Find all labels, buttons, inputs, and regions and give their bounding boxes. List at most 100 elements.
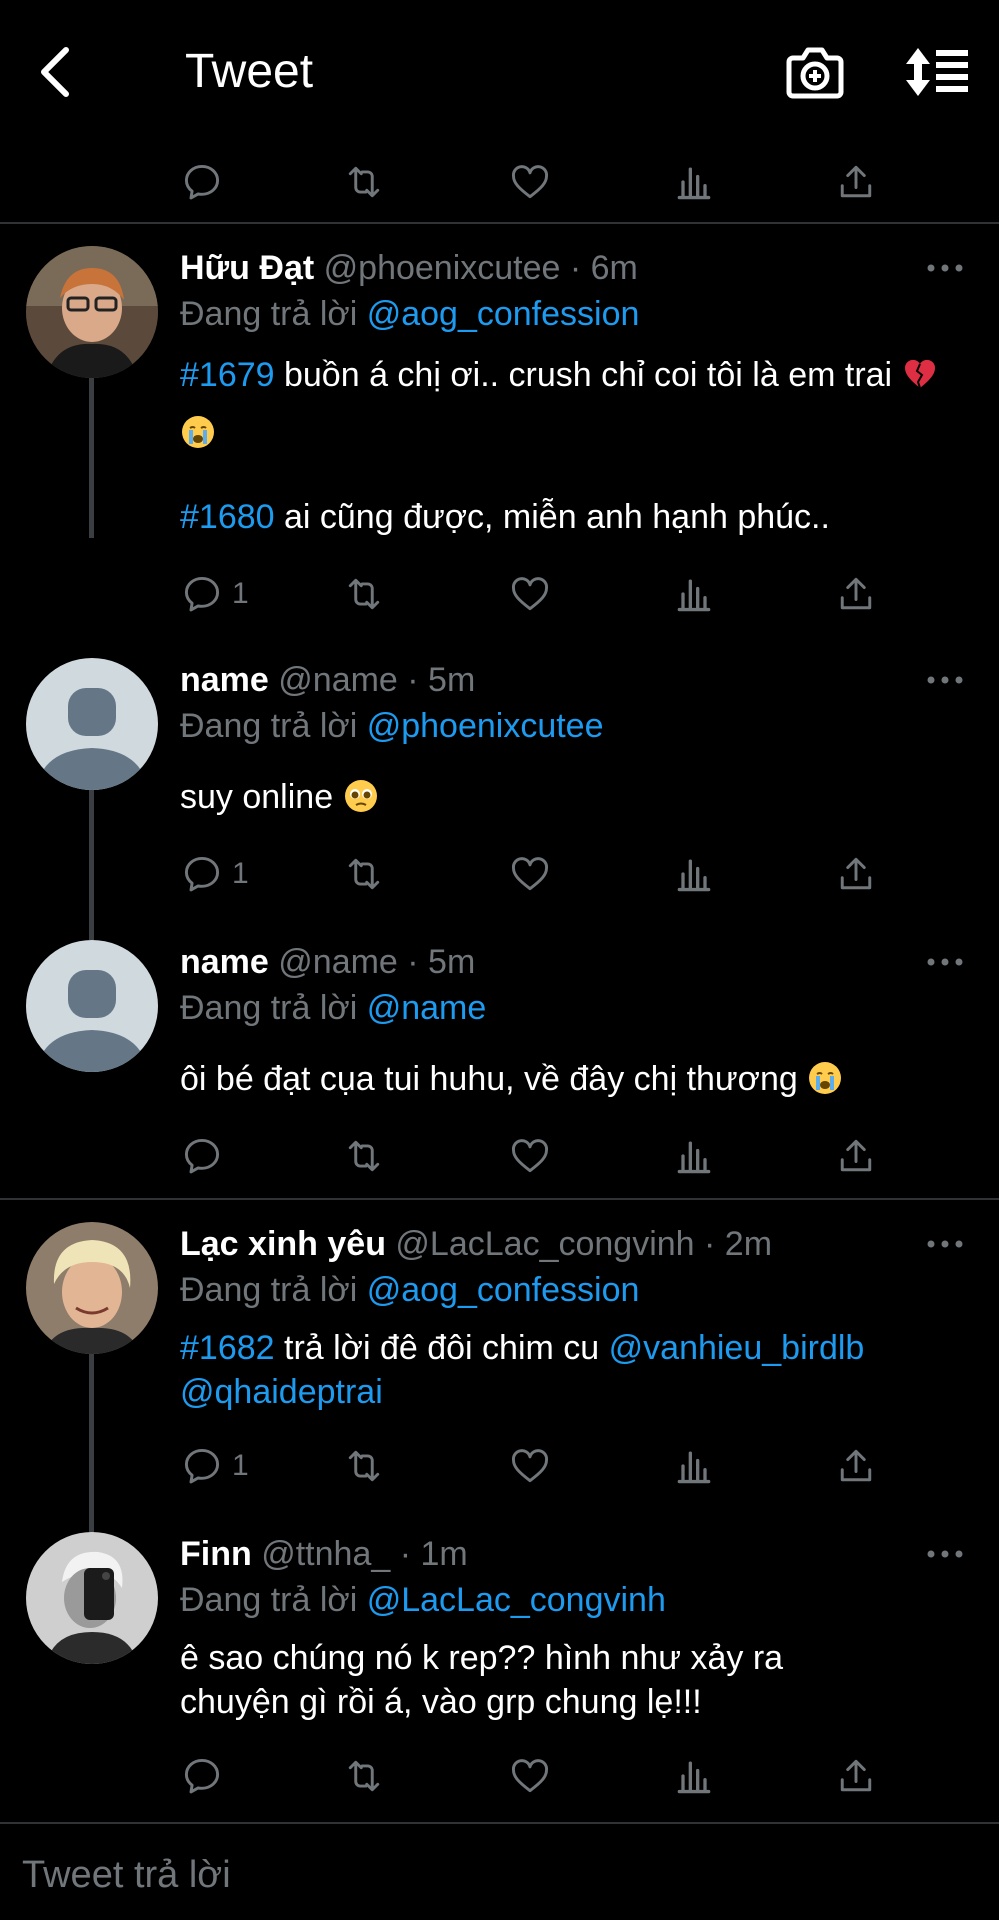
reply-count: 1 [232,857,249,890]
mention-link[interactable]: @qhaideptrai [180,1373,383,1411]
share-icon [840,577,872,610]
tweet-text: ê sao chúng nó k rep?? hình như xảy ra c… [180,1639,784,1721]
like-button[interactable] [508,848,552,900]
more-options-icon[interactable] [925,258,965,278]
display-name[interactable]: name [180,661,269,699]
reply-icon [184,856,220,892]
reply-icon [184,576,220,612]
hashtag-link[interactable]: #1682 [180,1329,275,1367]
replying-handle-link[interactable]: @aog_confession [367,295,640,333]
retweet-icon [348,1760,380,1792]
views-button[interactable] [672,1750,716,1802]
tweet-actions: 1 [180,848,880,900]
tweet-header: Finn @ttnha_ · 1m [180,1532,468,1576]
retweet-button[interactable] [342,156,386,208]
share-button[interactable] [834,848,878,900]
avatar[interactable] [26,246,158,378]
tweet-text: #1679 buồn á chị ơi.. crush chỉ coi tôi … [180,346,970,462]
tweet-header: Hữu Đạt @phoenixcutee · 6m [180,246,638,290]
like-button[interactable] [508,568,552,620]
sort-replies-icon[interactable] [904,44,970,100]
retweet-icon [348,1140,380,1172]
avatar[interactable] [26,1222,158,1354]
replying-label: Đang trả lời [180,1581,367,1619]
like-button[interactable] [508,156,552,208]
share-button[interactable] [834,1130,878,1182]
tweet-text: #1680 ai cũng được, miễn anh hạnh phúc.. [180,490,970,544]
reply-button[interactable]: 1 [180,848,249,900]
replying-label: Đang trả lời [180,295,367,333]
reply-icon [184,1758,220,1794]
share-icon [840,1449,872,1482]
camera-add-icon[interactable] [785,44,845,100]
heart-icon [512,1449,548,1483]
page-title: Tweet [185,45,314,98]
analytics-icon [677,1451,711,1484]
share-button[interactable] [834,156,878,208]
share-button[interactable] [834,568,878,620]
default-avatar-icon[interactable] [26,940,158,1072]
tweet-header: name @name · 5m [180,658,475,702]
more-options-icon[interactable] [925,952,965,972]
reply-button[interactable] [180,1750,232,1802]
replying-label: Đang trả lời [180,707,367,745]
display-name[interactable]: Finn [180,1535,252,1573]
analytics-icon [677,579,711,612]
reply-icon [184,1138,220,1174]
pleading-face-emoji-icon [343,776,379,812]
like-button[interactable] [508,1130,552,1182]
replying-handle-link[interactable]: @phoenixcutee [367,707,604,745]
reply-input-placeholder[interactable]: Tweet trả lời [22,1854,231,1897]
hashtag-link[interactable]: #1680 [180,498,275,536]
replying-to: Đang trả lời @aog_confession [180,292,639,336]
more-options-icon[interactable] [925,670,965,690]
retweet-icon [348,578,380,610]
reply-button[interactable]: 1 [180,568,249,620]
replying-handle-link[interactable]: @LacLac_congvinh [367,1581,666,1619]
replying-handle-link[interactable]: @aog_confession [367,1271,640,1309]
views-button[interactable] [672,568,716,620]
views-button[interactable] [672,1130,716,1182]
views-button[interactable] [672,156,716,208]
handle-time: @name · 5m [278,943,476,981]
display-name[interactable]: Hữu Đạt [180,249,314,287]
heart-icon [512,577,548,611]
reply-button[interactable]: 1 [180,1440,249,1492]
tweet-text-part: ai cũng được, miễn anh hạnh phúc.. [274,498,830,536]
like-button[interactable] [508,1750,552,1802]
mention-link[interactable]: @vanhieu_birdlb [609,1329,865,1367]
analytics-icon [677,1761,711,1794]
replying-label: Đang trả lời [180,989,367,1027]
analytics-icon [677,859,711,892]
retweet-button[interactable] [342,568,386,620]
views-button[interactable] [672,1440,716,1492]
hashtag-link[interactable]: #1679 [180,356,275,394]
retweet-icon [348,166,380,198]
more-options-icon[interactable] [925,1544,965,1564]
avatar[interactable] [26,1532,158,1664]
reply-button[interactable] [180,156,224,208]
replying-handle-link[interactable]: @name [367,989,487,1027]
back-arrow-icon[interactable] [36,44,76,100]
display-name[interactable]: Lạc xinh yêu [180,1225,386,1263]
like-button[interactable] [508,1440,552,1492]
share-button[interactable] [834,1440,878,1492]
crying-face-emoji-icon [180,410,216,448]
more-options-icon[interactable] [925,1234,965,1254]
retweet-button[interactable] [342,1440,386,1492]
display-name[interactable]: name [180,943,269,981]
share-button[interactable] [834,1750,878,1802]
retweet-button[interactable] [342,1130,386,1182]
share-icon [840,1759,872,1792]
reply-compose-bar[interactable]: Tweet trả lời [0,1822,999,1920]
divider [0,1198,999,1200]
retweet-button[interactable] [342,848,386,900]
retweet-button[interactable] [342,1750,386,1802]
heart-icon [512,857,548,891]
default-avatar-icon[interactable] [26,658,158,790]
divider [0,222,999,224]
replying-to: Đang trả lời @phoenixcutee [180,704,604,748]
tweet-actions: 1 [180,1440,880,1492]
views-button[interactable] [672,848,716,900]
reply-button[interactable] [180,1130,232,1182]
